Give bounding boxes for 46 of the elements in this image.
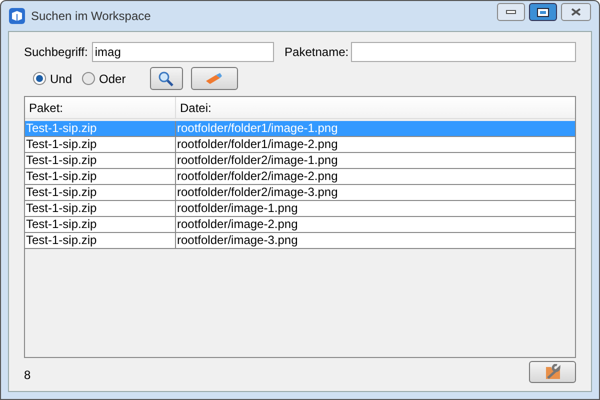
table-cell: Test-1-sip.zip xyxy=(25,233,176,248)
window-title: Suchen im Workspace xyxy=(31,8,151,25)
close-icon xyxy=(571,8,581,16)
package-label: Paketname: xyxy=(284,44,350,60)
table-row[interactable]: Test-1-sip.zip rootfolder/image-2.png xyxy=(25,217,575,233)
result-count: 8 xyxy=(24,367,31,384)
minimize-button[interactable] xyxy=(497,3,525,21)
radio-option[interactable]: Und xyxy=(33,70,72,88)
maximize-icon xyxy=(537,8,549,16)
column-header[interactable]: Paket: xyxy=(25,97,176,118)
eraser-icon xyxy=(205,72,224,84)
minimize-icon xyxy=(506,10,516,14)
table-row[interactable]: Test-1-sip.zip rootfolder/folder1/image-2.png xyxy=(25,137,575,153)
column-header[interactable]: Datei: xyxy=(176,97,575,118)
table-cell-text: rootfolder/image-3.png xyxy=(176,233,299,248)
table-cell-text: rootfolder/folder2/image-1.png xyxy=(176,153,339,168)
table-cell: Test-1-sip.zip xyxy=(25,185,176,200)
table-cell-text: rootfolder/folder1/image-1.png xyxy=(176,121,339,136)
search-label: Suchbegriff: xyxy=(24,44,89,60)
maximize-button[interactable] xyxy=(529,3,557,21)
table-cell: Test-1-sip.zip xyxy=(25,121,176,136)
app-icon xyxy=(9,8,25,24)
package-field[interactable] xyxy=(351,42,576,62)
table-row[interactable]: Test-1-sip.zip rootfolder/folder2/image-3.png xyxy=(25,185,575,201)
folder-wrench-icon xyxy=(544,364,562,380)
search-button[interactable] xyxy=(150,67,183,90)
close-button[interactable] xyxy=(561,3,591,21)
radio-option[interactable]: Oder xyxy=(82,70,126,88)
table-cell: Test-1-sip.zip xyxy=(25,201,176,216)
search-icon xyxy=(158,70,174,86)
table-cell-text: rootfolder/folder2/image-2.png xyxy=(176,169,339,184)
table-row[interactable]: Test-1-sip.zip rootfolder/image-3.png xyxy=(25,233,575,249)
clear-button[interactable] xyxy=(190,67,238,90)
table-row[interactable]: Test-1-sip.zip rootfolder/folder2/image-1.png xyxy=(25,153,575,169)
table-cell-text: rootfolder/folder1/image-2.png xyxy=(176,137,339,152)
table-cell-text: rootfolder/image-2.png xyxy=(176,217,299,232)
tools-button[interactable] xyxy=(529,361,576,383)
table-cell: Test-1-sip.zip xyxy=(25,137,176,152)
table-cell-text: rootfolder/image-1.png xyxy=(176,201,299,216)
table-row[interactable]: Test-1-sip.zip rootfolder/folder2/image-2.png xyxy=(25,169,575,185)
table-cell: Test-1-sip.zip xyxy=(25,169,176,184)
table-cell: Test-1-sip.zip xyxy=(25,153,176,168)
table-cell: Test-1-sip.zip xyxy=(25,217,176,232)
table-cell-text: rootfolder/folder2/image-3.png xyxy=(176,185,339,200)
search-field[interactable]: imag xyxy=(92,42,274,62)
table-row[interactable]: Test-1-sip.zip rootfolder/image-1.png xyxy=(25,201,575,217)
